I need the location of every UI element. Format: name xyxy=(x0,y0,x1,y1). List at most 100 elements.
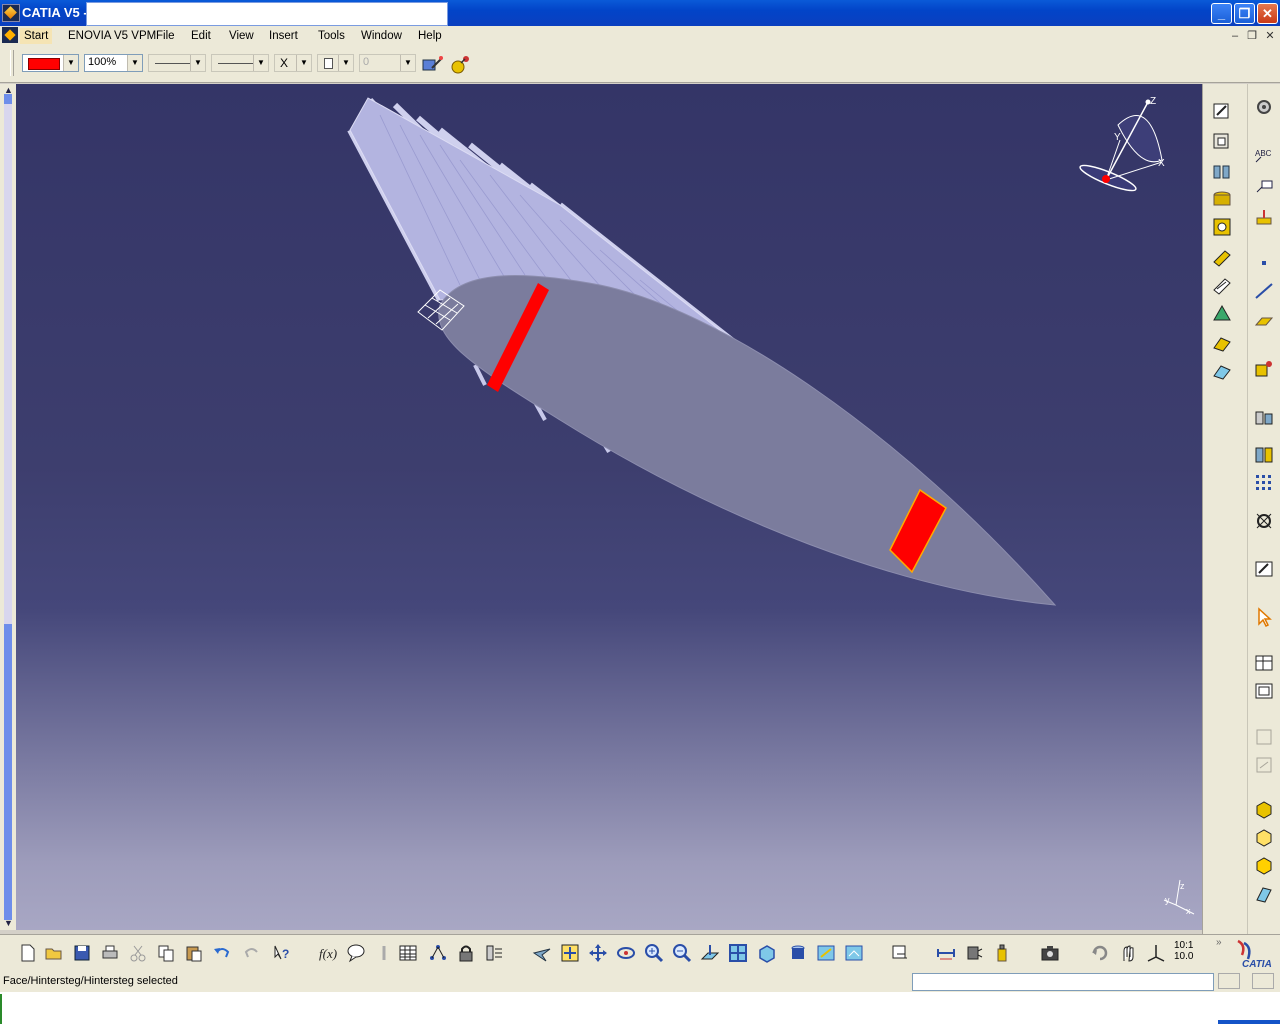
positioned-sketch-icon[interactable] xyxy=(1211,130,1233,152)
swap-space-icon[interactable] xyxy=(844,943,864,963)
format-painter-icon[interactable] xyxy=(420,54,444,76)
update-icon[interactable] xyxy=(1090,943,1110,963)
open-icon[interactable] xyxy=(44,943,64,963)
rotate-icon[interactable] xyxy=(616,943,636,963)
scroll-thumb[interactable] xyxy=(4,104,12,624)
catia-app-icon[interactable] xyxy=(2,4,20,22)
zoom-in-icon[interactable] xyxy=(644,943,664,963)
multi-section-solid-icon[interactable] xyxy=(1211,302,1233,324)
menu-view[interactable]: View xyxy=(225,28,258,44)
copy-icon[interactable] xyxy=(156,943,176,963)
doc-restore-button[interactable]: ❐ xyxy=(1245,29,1259,43)
sketch-analysis-icon[interactable] xyxy=(1253,558,1275,580)
new-icon[interactable] xyxy=(18,943,38,963)
line-icon[interactable] xyxy=(1253,280,1275,302)
hide-show-icon[interactable] xyxy=(816,943,836,963)
fit-all-icon[interactable] xyxy=(560,943,580,963)
doc-minimize-button[interactable]: – xyxy=(1228,29,1242,43)
toolbar-grip[interactable] xyxy=(10,50,14,76)
3d-viewport[interactable]: Z X Y z x y xyxy=(16,84,1202,930)
user-pattern-icon[interactable] xyxy=(1253,472,1275,494)
table-icon[interactable] xyxy=(1253,652,1275,674)
fill-color-combo[interactable]: ▼ xyxy=(22,54,79,72)
insert-body-icon[interactable] xyxy=(1253,358,1275,380)
constraint-icon[interactable] xyxy=(1253,510,1275,532)
menu-start[interactable]: Start xyxy=(20,28,53,44)
zoom-out-icon[interactable] xyxy=(672,943,692,963)
minimize-button[interactable]: _ xyxy=(1211,3,1232,24)
line-thickness-combo[interactable]: ▼ xyxy=(148,54,206,72)
viewport-scrollbar[interactable]: ▲ ▼ xyxy=(0,84,16,930)
toolbar-overflow-icon[interactable]: » xyxy=(1216,937,1222,948)
whats-this-icon[interactable]: ? xyxy=(272,943,292,963)
point-icon[interactable] xyxy=(1253,252,1275,274)
doc-close-button[interactable]: ✕ xyxy=(1263,29,1277,43)
measure-icon[interactable] xyxy=(936,943,956,963)
comment-icon[interactable] xyxy=(346,943,366,963)
flag-note-icon[interactable] xyxy=(1253,176,1275,198)
isometric-view-icon[interactable] xyxy=(756,943,776,963)
solid-box-icon[interactable] xyxy=(1253,798,1275,820)
restore-button[interactable]: ❐ xyxy=(1234,3,1255,24)
normal-view-icon[interactable] xyxy=(700,943,720,963)
paste-icon[interactable] xyxy=(184,943,204,963)
menu-insert[interactable]: Insert xyxy=(265,28,302,44)
slot-icon[interactable] xyxy=(1211,274,1233,296)
annotation-3d-icon[interactable] xyxy=(1253,206,1275,228)
solid-combine-icon[interactable] xyxy=(1211,360,1233,382)
pan-icon[interactable] xyxy=(588,943,608,963)
view-manager-icon[interactable] xyxy=(890,943,910,963)
graphic-properties-icon[interactable] xyxy=(449,53,473,75)
pattern-icon[interactable] xyxy=(1253,444,1275,466)
inertia-icon[interactable] xyxy=(964,943,984,963)
scale-icon[interactable]: 10:1 10.0 xyxy=(1174,940,1193,962)
print-icon[interactable] xyxy=(100,943,120,963)
menu-help[interactable]: Help xyxy=(414,28,446,44)
line-type-combo[interactable]: ▼ xyxy=(211,54,269,72)
boolean-operation-icon[interactable] xyxy=(1253,406,1275,428)
close-button[interactable]: ✕ xyxy=(1257,3,1278,24)
layer-combo[interactable]: 0 ▼ xyxy=(359,54,416,72)
solid-box-2-icon[interactable] xyxy=(1253,826,1275,848)
menu-edit[interactable]: Edit xyxy=(187,28,215,44)
gear-icon[interactable] xyxy=(1253,96,1275,118)
menu-file[interactable]: File xyxy=(152,28,179,44)
multi-view-icon[interactable] xyxy=(728,943,748,963)
mass-icon[interactable] xyxy=(992,943,1012,963)
fly-mode-icon[interactable] xyxy=(532,943,552,963)
analysis-icon[interactable] xyxy=(484,943,504,963)
stiffener-icon[interactable] xyxy=(1211,332,1233,354)
design-table-icon[interactable] xyxy=(398,943,418,963)
sketch-icon[interactable] xyxy=(1211,100,1233,122)
save-icon[interactable] xyxy=(72,943,92,963)
hole-icon[interactable] xyxy=(1211,216,1233,238)
thick-surface-icon[interactable] xyxy=(1253,884,1275,906)
select-arrow-icon[interactable] xyxy=(1253,606,1275,628)
wing-model[interactable]: Z X Y z x y xyxy=(16,84,1202,930)
menu-window[interactable]: Window xyxy=(357,28,406,44)
rendering-style-combo[interactable]: ▼ xyxy=(317,54,354,72)
pocket-icon[interactable] xyxy=(1211,188,1233,210)
frame-icon[interactable] xyxy=(1253,680,1275,702)
point-symbol-combo[interactable]: X ▼ xyxy=(274,54,312,72)
undo-icon[interactable] xyxy=(212,943,232,963)
knowledge-icon[interactable] xyxy=(374,943,394,963)
scroll-down-icon[interactable]: ▼ xyxy=(4,918,13,928)
solid-box-3-icon[interactable] xyxy=(1253,854,1275,876)
render-style-icon[interactable] xyxy=(788,943,808,963)
capture-icon[interactable] xyxy=(1040,943,1060,963)
compass-widget[interactable]: Z X Y xyxy=(1078,96,1165,195)
plane-icon[interactable] xyxy=(1253,310,1275,332)
axis-icon[interactable] xyxy=(1146,943,1166,963)
text-annotation-icon[interactable]: ABC xyxy=(1253,144,1275,166)
rib-icon[interactable] xyxy=(1211,246,1233,268)
cut-icon[interactable] xyxy=(128,943,148,963)
lock-icon[interactable] xyxy=(456,943,476,963)
menu-enovia[interactable]: ENOVIA V5 VPM xyxy=(64,28,160,44)
pad-icon[interactable] xyxy=(1211,160,1233,182)
redo-icon[interactable] xyxy=(242,943,262,963)
menu-tools[interactable]: Tools xyxy=(314,28,349,44)
catalog-icon[interactable] xyxy=(428,943,448,963)
status-button-1[interactable] xyxy=(1218,973,1240,989)
status-button-2[interactable] xyxy=(1252,973,1274,989)
